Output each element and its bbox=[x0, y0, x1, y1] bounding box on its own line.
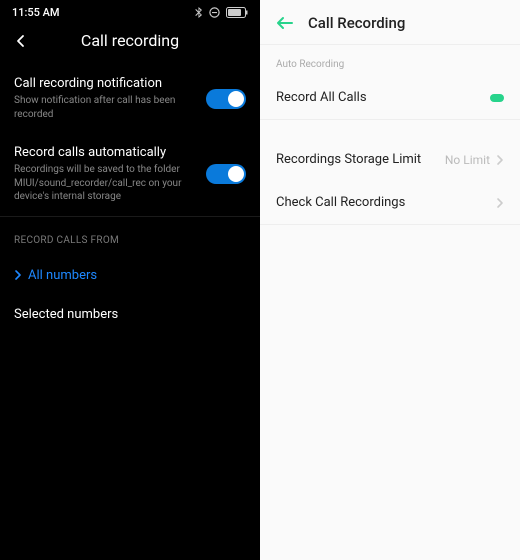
setting-row-notification[interactable]: Call recording notification Show notific… bbox=[0, 64, 260, 133]
row-label: Recordings Storage Limit bbox=[276, 152, 445, 167]
spacer bbox=[260, 120, 520, 138]
toggle-notification[interactable] bbox=[206, 89, 246, 109]
divider bbox=[260, 224, 520, 225]
row-storage-limit[interactable]: Recordings Storage Limit No Limit bbox=[260, 138, 520, 181]
option-label: All numbers bbox=[28, 268, 97, 283]
section-header: Auto Recording bbox=[260, 45, 520, 76]
chevron-right-icon bbox=[14, 270, 22, 280]
setting-row-auto-record[interactable]: Record calls automatically Recordings wi… bbox=[0, 133, 260, 216]
chevron-right-icon bbox=[496, 197, 504, 209]
battery-icon bbox=[226, 7, 248, 18]
toggle-auto-record[interactable] bbox=[206, 164, 246, 184]
chevron-right-icon bbox=[496, 154, 504, 166]
header: Call Recording bbox=[260, 0, 520, 44]
row-check-recordings[interactable]: Check Call Recordings bbox=[260, 181, 520, 224]
header: Call recording bbox=[0, 21, 260, 64]
page-title: Call recording bbox=[14, 31, 246, 50]
row-value: No Limit bbox=[445, 153, 490, 167]
bluetooth-icon bbox=[195, 7, 203, 19]
status-bar: 11:55 AM bbox=[0, 0, 260, 21]
row-label: Record All Calls bbox=[276, 90, 490, 105]
option-selected-numbers[interactable]: Selected numbers bbox=[0, 295, 260, 334]
setting-title: Call recording notification bbox=[14, 76, 196, 91]
setting-desc: Show notification after call has been re… bbox=[14, 94, 196, 121]
setting-text: Record calls automatically Recordings wi… bbox=[14, 145, 196, 204]
page-title: Call Recording bbox=[308, 14, 405, 32]
back-button[interactable] bbox=[276, 16, 294, 30]
row-label: Check Call Recordings bbox=[276, 195, 496, 210]
phone-right: Call Recording Auto Recording Record All… bbox=[260, 0, 520, 560]
setting-title: Record calls automatically bbox=[14, 145, 196, 160]
option-label: Selected numbers bbox=[14, 307, 118, 322]
status-icons bbox=[195, 7, 248, 19]
toggle-record-all[interactable] bbox=[490, 94, 504, 102]
phone-left: 11:55 AM Call recording Call recording n… bbox=[0, 0, 260, 560]
status-time: 11:55 AM bbox=[12, 6, 60, 19]
do-not-disturb-icon bbox=[209, 7, 220, 18]
section-header: RECORD CALLS FROM bbox=[0, 217, 260, 256]
row-record-all-calls[interactable]: Record All Calls bbox=[260, 76, 520, 119]
setting-text: Call recording notification Show notific… bbox=[14, 76, 196, 121]
option-all-numbers[interactable]: All numbers bbox=[0, 256, 260, 295]
setting-desc: Recordings will be saved to the folder M… bbox=[14, 163, 196, 204]
